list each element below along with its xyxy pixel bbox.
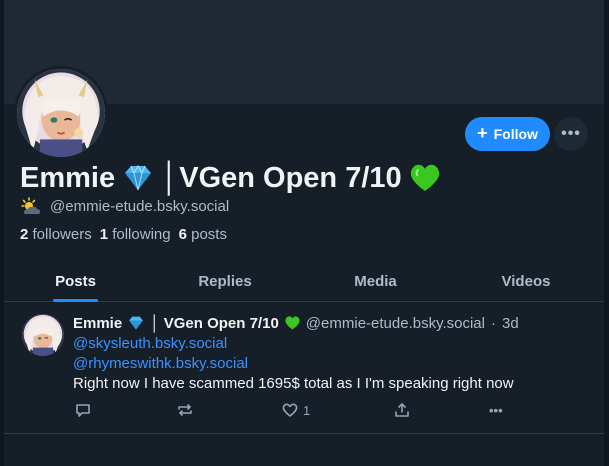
share-icon [395, 403, 409, 417]
reply-icon [76, 404, 90, 417]
more-options-icon: ••• [561, 125, 581, 142]
post-actions: 1 ••• [73, 400, 513, 420]
post-author-handle[interactable]: @emmie-etude.bsky.social [306, 315, 485, 332]
post-author-name[interactable]: Emmie │ VGen Open 7/10 [73, 315, 300, 332]
profile-tabs: Posts Replies Media Videos [4, 262, 604, 302]
window-frame-right [604, 0, 609, 466]
gem-icon [129, 316, 144, 330]
plus-icon: + [477, 123, 488, 143]
tab-replies[interactable]: Replies [147, 262, 303, 301]
tab-media[interactable]: Media [303, 262, 448, 301]
profile-stats: 2 followers 1 following 6 posts [20, 224, 227, 244]
post-timestamp[interactable]: 3d [502, 315, 519, 332]
post-header: Emmie │ VGen Open 7/10 @emmie-etude.bsky… [73, 313, 519, 333]
post-more-button[interactable]: ••• [489, 400, 503, 420]
display-name-text: Emmie [20, 161, 116, 194]
post-body-text: Right now I have scammed 1695$ total as … [73, 375, 514, 392]
like-count: 1 [303, 402, 311, 418]
display-name-tag: │VGen Open 7/10 [161, 161, 402, 194]
post-author-avatar[interactable] [22, 314, 64, 356]
like-button[interactable]: 1 [282, 400, 310, 420]
repost-icon [178, 404, 192, 416]
repost-button[interactable] [177, 400, 193, 420]
profile-avatar[interactable] [14, 66, 108, 160]
more-options-icon: ••• [489, 402, 503, 418]
post-meta-separator: · [490, 314, 496, 332]
sun-behind-cloud-icon [21, 197, 40, 214]
like-icon [282, 403, 298, 417]
profile-display-name: Emmie │VGen Open 7/10 [20, 158, 440, 198]
gem-icon [125, 165, 152, 191]
green-heart-icon [410, 164, 439, 191]
tab-videos[interactable]: Videos [448, 262, 604, 301]
active-tab-indicator [53, 299, 98, 302]
green-heart-icon [285, 316, 300, 330]
profile-handle[interactable]: @emmie-etude.bsky.social [50, 198, 229, 215]
post-mention-skysleuth[interactable]: @skysleuth.bsky.social [73, 335, 227, 355]
share-button[interactable] [394, 400, 410, 420]
posts-stat: 6 posts [178, 225, 227, 243]
reply-button[interactable] [75, 400, 91, 420]
profile-more-button[interactable]: ••• [554, 117, 588, 151]
follow-button[interactable]: + Follow [465, 117, 550, 151]
tab-posts[interactable]: Posts [4, 262, 147, 301]
followers-stat[interactable]: 2 followers [20, 226, 92, 243]
following-stat[interactable]: 1 following [100, 226, 171, 243]
follow-button-label: Follow [493, 126, 538, 142]
post-divider [4, 433, 604, 434]
profile-handle-row: @emmie-etude.bsky.social [20, 196, 229, 216]
post-mention-rhymeswithk[interactable]: @rhymeswithk.bsky.social [73, 355, 248, 375]
